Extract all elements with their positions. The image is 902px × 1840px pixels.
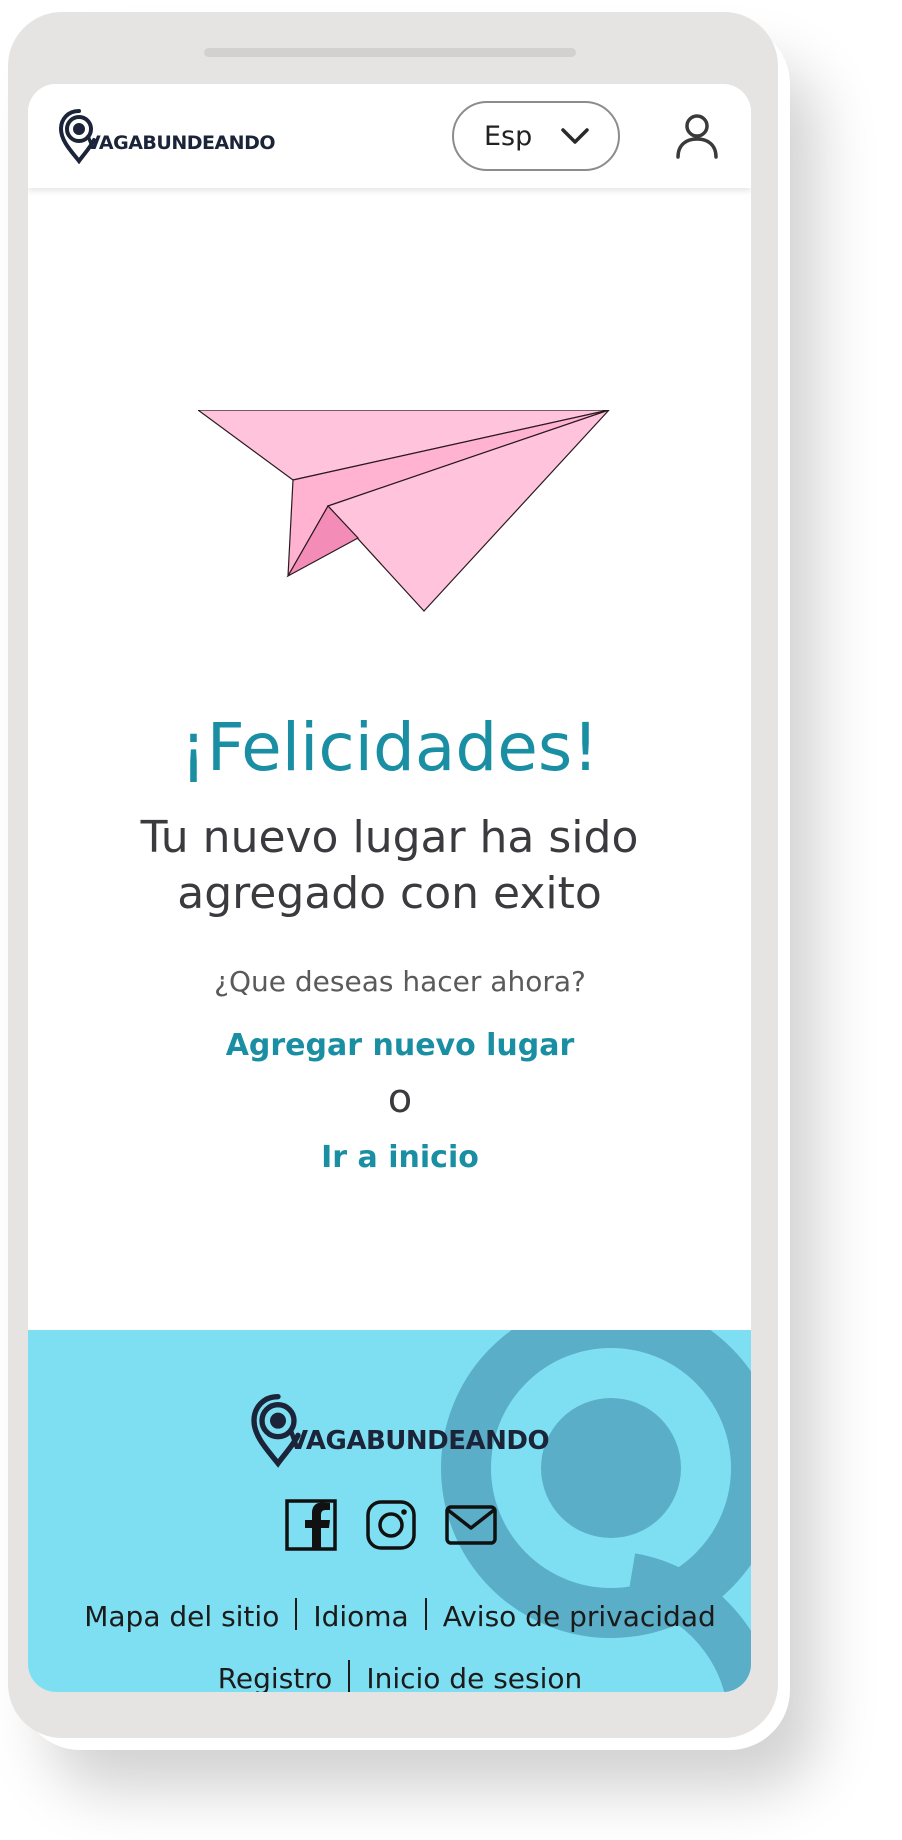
register-link[interactable]: Registro — [218, 1662, 333, 1692]
language-select[interactable]: Esp — [452, 101, 620, 171]
add-new-place-link[interactable]: Agregar nuevo lugar — [28, 1028, 751, 1063]
footer-brand-logo[interactable]: VAGABUNDEANDO — [250, 1390, 550, 1470]
footer: VAGABUNDEANDO Mapa del sitio Idioma Aviso … — [28, 1330, 751, 1692]
instagram-icon[interactable] — [364, 1498, 418, 1552]
facebook-icon[interactable] — [284, 1498, 338, 1552]
paper-plane-illustration — [198, 410, 610, 612]
or-separator: o — [387, 1076, 413, 1122]
sitemap-link[interactable]: Mapa del sitio — [84, 1600, 279, 1633]
link-divider — [348, 1660, 351, 1692]
language-value: Esp — [484, 120, 533, 152]
user-icon[interactable] — [674, 113, 720, 159]
link-divider — [295, 1598, 298, 1630]
go-home-link[interactable]: Ir a inicio — [28, 1140, 751, 1175]
app-header: VAGABUNDEANDO Esp — [28, 84, 751, 188]
success-title: ¡Felicidades! — [180, 709, 599, 786]
next-action-prompt: ¿Que deseas hacer ahora? — [214, 965, 586, 998]
footer-brand-name: VAGABUNDEANDO — [288, 1426, 550, 1456]
chevron-down-icon — [561, 128, 589, 144]
link-divider — [424, 1598, 427, 1630]
language-link[interactable]: Idioma — [313, 1600, 408, 1633]
privacy-notice-link[interactable]: Aviso de privacidad — [443, 1600, 716, 1633]
success-message: Tu nuevo lugar ha sido agregado con exit… — [140, 812, 639, 919]
app-screen: VAGABUNDEANDO Esp ¡Felicidades! Tu nuevo… — [28, 84, 751, 1692]
mail-icon[interactable] — [444, 1498, 498, 1552]
phone-frame: VAGABUNDEANDO Esp ¡Felicidades! Tu nuevo… — [8, 12, 778, 1738]
brand-name: VAGABUNDEANDO — [86, 132, 276, 154]
footer-links-secondary: Registro Inicio de sesion — [28, 1660, 751, 1692]
phone-speaker — [204, 48, 576, 57]
brand-logo[interactable]: VAGABUNDEANDO — [58, 108, 276, 164]
footer-links-primary: Mapa del sitio Idioma Aviso de privacidad — [28, 1598, 751, 1633]
login-link[interactable]: Inicio de sesion — [366, 1662, 582, 1692]
